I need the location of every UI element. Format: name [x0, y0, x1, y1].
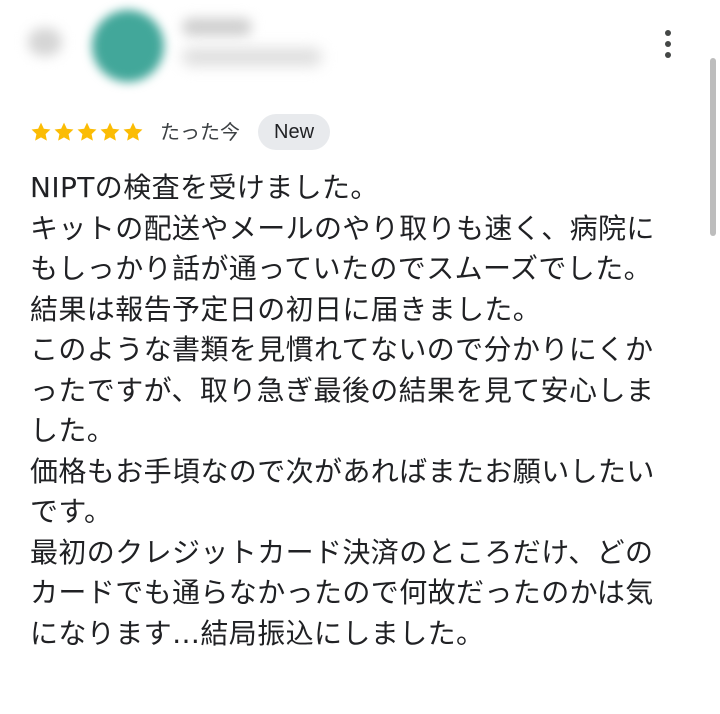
star-icon [54, 122, 74, 141]
star-icon [123, 122, 143, 141]
star-icon [100, 122, 120, 141]
review-text-line: もしっかり話が通っていたのでスムーズでした。 [30, 252, 653, 285]
more-dot [665, 41, 671, 47]
review-text-line: このような書類を見慣れてないので分かりにくか [30, 333, 654, 366]
blurred-reviewer-name [182, 18, 252, 36]
review-text-line: ったですが、取り急ぎ最後の結果を見て安心しま [30, 373, 655, 407]
review-card: たった今 New NIPTの検査を受けました。キットの配送やメールのやり取りも速… [0, 0, 720, 714]
rating-row: たった今 New [30, 114, 331, 150]
reviewer-header [0, 0, 640, 100]
more-dot [665, 30, 671, 36]
blurred-back-icon [28, 28, 62, 56]
review-text-line: キットの配送やメールのやり取りも速く、病院に [30, 211, 655, 245]
review-text-line: 価格もお手頃なので次があればまたお願いしたい [30, 454, 655, 488]
review-text: NIPTの検査を受けました。キットの配送やメールのやり取りも速く、病院に もしっか… [30, 168, 690, 654]
new-badge: New [258, 114, 331, 150]
review-text-line: NIPTの検査を受けました。 [30, 171, 379, 204]
more-vert-icon[interactable] [650, 22, 686, 66]
review-text-line: 結果は報告予定日の初日に届きました。 [30, 292, 542, 326]
scrollbar-thumb[interactable] [710, 58, 716, 236]
review-time: たった今 [160, 120, 240, 144]
more-dot [665, 52, 671, 58]
review-text-line: カードでも通らなかったので何故だったのかは気 [30, 576, 654, 609]
avatar[interactable] [92, 10, 164, 82]
review-text-line: した。 [30, 414, 116, 447]
star-icon [31, 122, 51, 141]
blurred-reviewer-meta [182, 48, 322, 66]
review-text-line: です。 [30, 495, 113, 528]
star-rating [30, 121, 144, 143]
review-text-line: になります…結局振込にしました。 [30, 616, 485, 650]
review-text-line: 最初のクレジットカード決済のところだけ、どの [30, 535, 654, 569]
star-icon [77, 122, 97, 141]
